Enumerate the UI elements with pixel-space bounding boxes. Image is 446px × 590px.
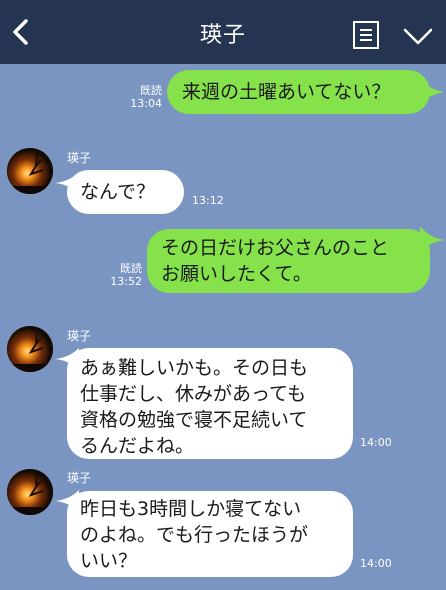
sender-name: 瑛子 <box>67 471 92 485</box>
read-receipt: 既読 <box>120 262 142 275</box>
message-line: 仕事だし、休みがあっても <box>80 383 307 405</box>
notes-icon <box>353 21 379 49</box>
message-line: 来週の土曜あいてない？ <box>182 81 391 103</box>
message-line: なんで？ <box>80 181 156 203</box>
chat-header: 瑛子 <box>0 0 446 64</box>
avatar[interactable] <box>7 148 53 194</box>
read-receipt: 既読 <box>140 84 162 97</box>
message-meta: 既読 13:52 <box>106 262 142 288</box>
menu-toggle-button[interactable] <box>401 24 435 48</box>
message-bubble[interactable]: 来週の土曜あいてない？ <box>167 70 430 114</box>
message-bubble[interactable]: その日だけお父さんのこと お願いしたくて。 <box>147 229 430 293</box>
message-line: のよね。でも行ったほうが <box>80 524 309 546</box>
message-line: るんだよね。 <box>80 435 195 457</box>
message-line: いい？ <box>80 550 138 572</box>
message-bubble[interactable]: なんで？ <box>67 170 184 214</box>
message-time: 14:00 <box>360 436 392 449</box>
message-time: 13:12 <box>192 194 224 207</box>
message-line: その日だけお父さんのこと <box>161 237 390 259</box>
message-bubble[interactable]: あぁ難しいかも。その日も 仕事だし、休みがあっても 資格の勉強で寝不足続いて る… <box>67 348 353 459</box>
message-list[interactable]: 既読 13:04 来週の土曜あいてない？ 瑛子 なんで？ 13:12 既読 13… <box>0 64 446 590</box>
sender-name: 瑛子 <box>67 151 92 165</box>
message-line: 昨日も3時間しか寝てない <box>80 498 302 520</box>
message-time: 13:04 <box>130 97 162 110</box>
message-line: あぁ難しいかも。その日も <box>80 357 309 379</box>
message-meta: 既読 13:04 <box>126 84 162 110</box>
message-time: 13:52 <box>110 275 142 288</box>
chevron-down-icon <box>403 28 433 45</box>
sender-name: 瑛子 <box>67 329 92 343</box>
notes-button[interactable] <box>352 20 380 50</box>
message-time: 14:00 <box>360 557 392 570</box>
message-line: 資格の勉強で寝不足続いて <box>80 409 308 431</box>
avatar[interactable] <box>7 469 53 515</box>
avatar[interactable] <box>7 326 53 372</box>
message-bubble[interactable]: 昨日も3時間しか寝てない のよね。でも行ったほうが いい？ <box>67 491 353 577</box>
message-line: お願いしたくて。 <box>161 263 312 285</box>
